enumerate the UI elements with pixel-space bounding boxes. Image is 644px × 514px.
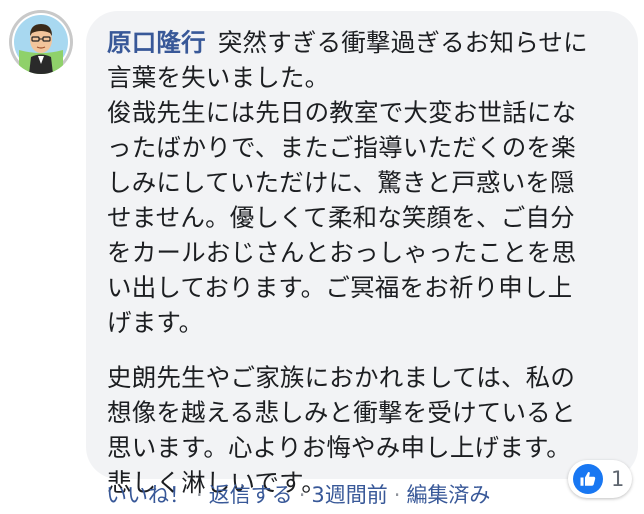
separator: ·	[298, 483, 306, 507]
comment-line: 突然すぎる衝撃過ぎるお知らせに	[217, 28, 588, 57]
avatar-image	[9, 10, 73, 74]
reaction-summary[interactable]: 1	[568, 460, 633, 498]
author-name[interactable]: 原口隆行	[107, 28, 206, 57]
comment-line: しみにしていただけに、驚きと戸惑いを隠	[107, 168, 575, 197]
comment-paragraph: 原口隆行 突然すぎる衝撃過ぎるお知らせに言葉を失いました。俊哉先生には先日の教室で…	[107, 25, 624, 340]
comment-line: をカールおじさんとおっしゃったことを思	[107, 238, 577, 267]
reply-link[interactable]: 返信する	[209, 483, 293, 507]
comment-line: 言葉を失いました。	[107, 63, 330, 92]
comment-line: 想像を越える悲しみと衝撃を受けていると	[107, 398, 576, 427]
comment-paragraph: 史朗先生やご家族におかれましては、私の 想像を越える悲しみと衝撃を受けていると 思い…	[107, 360, 624, 500]
timestamp[interactable]: 3週間前	[311, 483, 387, 507]
comment-bubble: 原口隆行 突然すぎる衝撃過ぎるお知らせに言葉を失いました。俊哉先生には先日の教室で…	[86, 11, 638, 497]
comment-line: い出しております。ご冥福をお祈り申し上	[107, 273, 573, 302]
avatar[interactable]	[9, 10, 73, 74]
comment: 原口隆行 突然すぎる衝撃過ぎるお知らせに言葉を失いました。俊哉先生には先日の教室で…	[0, 0, 644, 514]
comment-line: 思います。心よりお悔やみ申し上げます。	[107, 433, 571, 462]
separator: ·	[196, 483, 203, 507]
comment-line: ったばかりで、またご指導いただくのを楽	[107, 133, 576, 162]
comment-line: 史朗先生やご家族におかれましては、私の	[107, 363, 576, 392]
comment-line: 俊哉先生には先日の教室で大変お世話にな	[107, 98, 577, 127]
separator: ·	[393, 483, 401, 507]
comment-line: せません。優しくて柔和な笑顔を、ご自分	[107, 203, 575, 232]
reaction-count: 1	[611, 467, 625, 491]
like-icon	[573, 464, 603, 494]
comment-actions: いいね！ · 返信する · 3週間前 · 編集済み	[106, 480, 490, 510]
comment-line: げます。	[107, 308, 204, 337]
edited-label[interactable]: 編集済み	[406, 483, 490, 507]
like-link[interactable]: いいね！	[106, 483, 190, 507]
